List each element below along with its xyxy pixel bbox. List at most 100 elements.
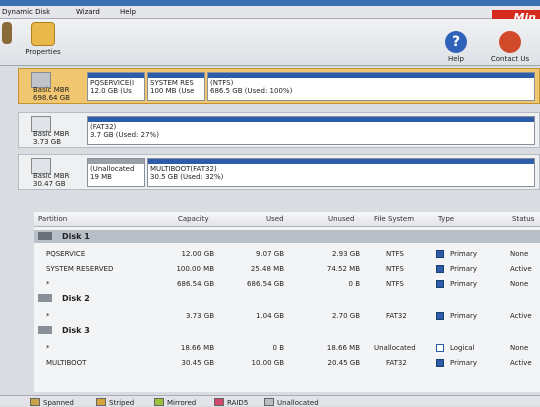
cell-unused: 18.66 MB (326, 344, 360, 352)
partition-block[interactable]: (NTFS) 686.5 GB (Used: 100%) (207, 72, 535, 101)
disk-type: Basic MBR (33, 172, 70, 180)
table-header: Partition Capacity Used Unused File Syst… (34, 212, 540, 227)
cell-status: Active (510, 312, 532, 320)
properties-button[interactable]: Properties (18, 22, 68, 56)
disk-group-row[interactable]: Disk 1 (34, 230, 540, 243)
disk-3-label: Basic MBR 30.47 GB (23, 158, 93, 188)
cell-partition: SYSTEM RESERVED (46, 265, 114, 273)
legend-label: Striped (109, 399, 135, 407)
table-row[interactable]: * 686.54 GB 686.54 GB 0 B NTFS Primary N… (34, 278, 540, 290)
disk-icon (38, 294, 52, 302)
help-icon: ? (445, 31, 467, 53)
cell-unused: 0 B (348, 280, 360, 288)
legend-raid5: RAID5 (214, 398, 248, 407)
legend-label: Spanned (43, 399, 74, 407)
table-row[interactable]: SYSTEM RESERVED 100.00 MB 25.48 MB 74.52… (34, 263, 540, 275)
col-file-system[interactable]: File System (374, 215, 414, 223)
disk-type: Basic MBR (33, 86, 70, 94)
col-type[interactable]: Type (438, 215, 454, 223)
partition-block[interactable]: (FAT32) 3.7 GB (Used: 27%) (87, 116, 535, 145)
partition-block[interactable]: MULTIBOOT(FAT32) 30.5 GB (Used: 32%) (147, 158, 535, 187)
contact-us-button[interactable]: Contact Us (482, 31, 538, 63)
legend-label: RAID5 (227, 399, 249, 407)
disk-map-row-2[interactable]: Basic MBR 3.73 GB (FAT32) 3.7 GB (Used: … (18, 112, 540, 148)
usage-bar (208, 73, 534, 78)
cell-used: 10.00 GB (251, 359, 285, 367)
cell-used: 1.04 GB (255, 312, 284, 320)
disk-map-row-3[interactable]: Basic MBR 30.47 GB (Unallocated 19 MB MU… (18, 154, 540, 190)
partition-usage: 686.5 GB (Used: 100%) (210, 87, 293, 95)
cell-type: Logical (450, 344, 475, 352)
cell-status: None (510, 280, 529, 288)
partition-name: MULTIBOOT(FAT32) (150, 165, 217, 173)
partition-legend: Spanned Striped Mirrored RAID5 Unallocat… (0, 395, 540, 407)
primary-partition-icon (436, 265, 444, 273)
legend-mirrored: Mirrored (154, 398, 196, 407)
contact-icon (499, 31, 521, 53)
toolbar: Properties ? Help Contact Us (0, 19, 540, 66)
usage-bar (148, 73, 204, 78)
help-button[interactable]: ? Help (436, 31, 476, 63)
legend-unallocated: Unallocated (264, 398, 319, 407)
partition-name: (Unallocated (90, 165, 135, 173)
cell-file-system: FAT32 (386, 312, 407, 320)
disk-size: 30.47 GB (33, 180, 66, 188)
partition-block[interactable]: SYSTEM RES 100 MB (Use (147, 72, 205, 101)
partition-block[interactable]: PQSERVICE(I 12.0 GB (Us (87, 72, 145, 101)
cell-used: 686.54 GB (247, 280, 284, 288)
menu-help[interactable]: Help (120, 8, 136, 16)
legend-striped: Striped (96, 398, 134, 407)
cell-status: None (510, 250, 529, 258)
cell-capacity: 12.00 GB (181, 250, 215, 258)
disk-icon (2, 22, 12, 44)
col-partition[interactable]: Partition (38, 215, 67, 223)
disk-map-row-1[interactable]: Basic MBR 698.64 GB PQSERVICE(I 12.0 GB … (18, 68, 540, 104)
cell-file-system: NTFS (386, 280, 404, 288)
disk-icon (38, 232, 52, 240)
cell-status: None (510, 344, 529, 352)
cell-status: Active (510, 265, 532, 273)
legend-label: Unallocated (277, 399, 319, 407)
cell-file-system: FAT32 (386, 359, 407, 367)
help-label: Help (448, 55, 464, 63)
primary-partition-icon (436, 359, 444, 367)
col-status[interactable]: Status (512, 215, 534, 223)
partition-usage: 100 MB (Use (150, 87, 195, 95)
disk-group-row[interactable]: Disk 3 (34, 324, 540, 337)
partition-block[interactable]: (Unallocated 19 MB (87, 158, 145, 187)
col-unused[interactable]: Unused (328, 215, 354, 223)
cell-status: Active (510, 359, 532, 367)
toolbar-partial-button[interactable] (0, 22, 14, 46)
cell-type: Primary (450, 359, 478, 367)
disk-type: Basic MBR (33, 130, 70, 138)
cell-used: 25.48 MB (250, 265, 284, 273)
partition-name: (NTFS) (210, 79, 234, 87)
partition-usage: 12.0 GB (Us (90, 87, 132, 95)
cell-partition: * (46, 280, 50, 288)
primary-partition-icon (436, 312, 444, 320)
menu-wizard[interactable]: Wizard (76, 8, 100, 16)
cell-capacity: 100.00 MB (176, 265, 214, 273)
cell-file-system: NTFS (386, 250, 404, 258)
table-row[interactable]: * 3.73 GB 1.04 GB 2.70 GB FAT32 Primary … (34, 310, 540, 322)
col-used[interactable]: Used (266, 215, 284, 223)
table-row[interactable]: * 18.66 MB 0 B 18.66 MB Unallocated Logi… (34, 342, 540, 354)
legend-label: Mirrored (167, 399, 197, 407)
cell-capacity: 30.45 GB (181, 359, 215, 367)
table-row[interactable]: PQSERVICE 12.00 GB 9.07 GB 2.93 GB NTFS … (34, 248, 540, 260)
col-capacity[interactable]: Capacity (178, 215, 209, 223)
cell-used: 0 B (272, 344, 284, 352)
menu-bar: Dynamic Disk Wizard Help Min (0, 6, 540, 26)
usage-bar (148, 159, 534, 164)
table-row[interactable]: MULTIBOOT 30.45 GB 10.00 GB 20.45 GB FAT… (34, 357, 540, 369)
usage-bar (88, 73, 144, 78)
partition-name: (FAT32) (90, 123, 117, 131)
disk-name: Disk 2 (62, 294, 90, 303)
cell-capacity: 18.66 MB (180, 344, 214, 352)
disk-group-row[interactable]: Disk 2 (34, 292, 540, 305)
cell-partition: PQSERVICE (46, 250, 86, 258)
partition-usage: 19 MB (90, 173, 112, 181)
primary-partition-icon (436, 250, 444, 258)
menu-dynamic-disk[interactable]: Dynamic Disk (2, 8, 50, 16)
disk-size: 3.73 GB (33, 138, 62, 146)
